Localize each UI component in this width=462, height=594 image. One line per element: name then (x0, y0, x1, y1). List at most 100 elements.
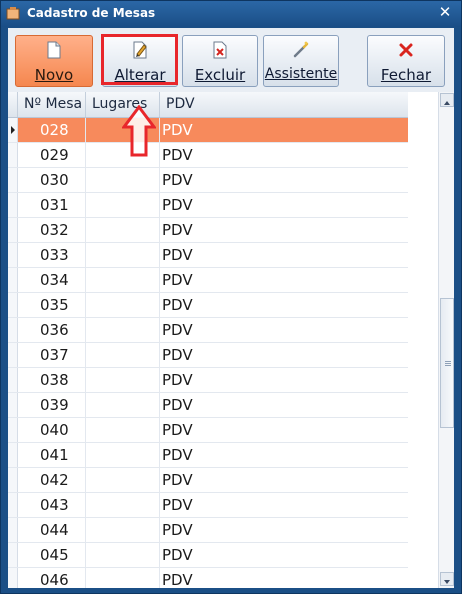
row-indicator[interactable] (8, 168, 18, 192)
row-indicator[interactable] (8, 468, 18, 492)
cell-mesa[interactable]: 028 (18, 118, 86, 142)
row-indicator[interactable] (8, 518, 18, 542)
cell-lugares[interactable] (86, 193, 160, 217)
alterar-button[interactable]: Alterar (102, 35, 178, 87)
cell-lugares[interactable] (86, 518, 160, 542)
cell-mesa[interactable]: 045 (18, 543, 86, 567)
cell-pdv[interactable]: PDV (160, 368, 408, 392)
cell-mesa[interactable]: 032 (18, 218, 86, 242)
cell-mesa[interactable]: 034 (18, 268, 86, 292)
row-indicator[interactable] (8, 243, 18, 267)
cell-lugares[interactable] (86, 418, 160, 442)
table-row[interactable]: 046 PDV (8, 568, 408, 588)
cell-lugares[interactable] (86, 318, 160, 342)
cell-pdv[interactable]: PDV (160, 443, 408, 467)
cell-pdv[interactable]: PDV (160, 293, 408, 317)
row-indicator[interactable] (8, 443, 18, 467)
column-header-pdv[interactable]: PDV (160, 92, 408, 117)
cell-pdv[interactable]: PDV (160, 218, 408, 242)
scroll-down-button[interactable] (440, 572, 454, 586)
cell-mesa[interactable]: 041 (18, 443, 86, 467)
row-indicator[interactable] (8, 543, 18, 567)
cell-mesa[interactable]: 030 (18, 168, 86, 192)
cell-pdv[interactable]: PDV (160, 118, 408, 142)
table-row[interactable]: 035 PDV (8, 293, 408, 318)
cell-mesa[interactable]: 044 (18, 518, 86, 542)
window-close-icon[interactable]: ✕ (437, 4, 453, 20)
cell-lugares[interactable] (86, 218, 160, 242)
cell-lugares[interactable] (86, 493, 160, 517)
table-row[interactable]: 031 PDV (8, 193, 408, 218)
table-row[interactable]: 029 PDV (8, 143, 408, 168)
cell-mesa[interactable]: 038 (18, 368, 86, 392)
table-row[interactable]: 036 PDV (8, 318, 408, 343)
cell-pdv[interactable]: PDV (160, 168, 408, 192)
row-indicator[interactable] (8, 318, 18, 342)
cell-pdv[interactable]: PDV (160, 518, 408, 542)
table-row[interactable]: 034 PDV (8, 268, 408, 293)
novo-button[interactable]: Novo (15, 35, 93, 87)
cell-mesa[interactable]: 036 (18, 318, 86, 342)
scroll-thumb[interactable] (440, 298, 454, 428)
row-indicator[interactable] (8, 293, 18, 317)
cell-pdv[interactable]: PDV (160, 568, 408, 588)
row-indicator[interactable] (8, 218, 18, 242)
cell-pdv[interactable]: PDV (160, 193, 408, 217)
cell-mesa[interactable]: 040 (18, 418, 86, 442)
cell-lugares[interactable] (86, 343, 160, 367)
cell-mesa[interactable]: 029 (18, 143, 86, 167)
table-row[interactable]: 043 PDV (8, 493, 408, 518)
scroll-up-button[interactable] (440, 93, 454, 107)
row-indicator[interactable] (8, 393, 18, 417)
table-row[interactable]: 037 PDV (8, 343, 408, 368)
cell-lugares[interactable] (86, 168, 160, 192)
excluir-button[interactable]: Excluir (182, 35, 258, 87)
cell-mesa[interactable]: 035 (18, 293, 86, 317)
column-header-mesa[interactable]: Nº Mesa (18, 92, 86, 117)
table-row[interactable]: 033 PDV (8, 243, 408, 268)
cell-pdv[interactable]: PDV (160, 493, 408, 517)
cell-lugares[interactable] (86, 568, 160, 588)
table-row[interactable]: 042 PDV (8, 468, 408, 493)
cell-lugares[interactable] (86, 293, 160, 317)
table-row[interactable]: 044 PDV (8, 518, 408, 543)
row-indicator[interactable] (8, 368, 18, 392)
cell-mesa[interactable]: 042 (18, 468, 86, 492)
cell-mesa[interactable]: 031 (18, 193, 86, 217)
cell-mesa[interactable]: 033 (18, 243, 86, 267)
cell-pdv[interactable]: PDV (160, 418, 408, 442)
table-row[interactable]: 045 PDV (8, 543, 408, 568)
row-indicator[interactable] (8, 193, 18, 217)
cell-lugares[interactable] (86, 543, 160, 567)
row-indicator[interactable] (8, 568, 18, 588)
cell-pdv[interactable]: PDV (160, 343, 408, 367)
cell-lugares[interactable] (86, 368, 160, 392)
cell-pdv[interactable]: PDV (160, 468, 408, 492)
table-row[interactable]: 038 PDV (8, 368, 408, 393)
row-indicator[interactable] (8, 418, 18, 442)
cell-pdv[interactable]: PDV (160, 543, 408, 567)
cell-pdv[interactable]: PDV (160, 243, 408, 267)
cell-mesa[interactable]: 037 (18, 343, 86, 367)
cell-lugares[interactable] (86, 393, 160, 417)
cell-mesa[interactable]: 043 (18, 493, 86, 517)
row-indicator[interactable] (8, 143, 18, 167)
table-row[interactable]: 028 PDV (8, 118, 408, 143)
vertical-scrollbar[interactable] (438, 92, 454, 588)
cell-lugares[interactable] (86, 468, 160, 492)
row-indicator[interactable] (8, 493, 18, 517)
cell-mesa[interactable]: 046 (18, 568, 86, 588)
table-row[interactable]: 039 PDV (8, 393, 408, 418)
cell-mesa[interactable]: 039 (18, 393, 86, 417)
cell-lugares[interactable] (86, 443, 160, 467)
row-indicator[interactable] (8, 268, 18, 292)
fechar-button[interactable]: Fechar (367, 35, 445, 87)
cell-pdv[interactable]: PDV (160, 143, 408, 167)
row-indicator[interactable] (8, 118, 18, 142)
cell-lugares[interactable] (86, 268, 160, 292)
table-row[interactable]: 040 PDV (8, 418, 408, 443)
cell-lugares[interactable] (86, 243, 160, 267)
cell-pdv[interactable]: PDV (160, 393, 408, 417)
cell-pdv[interactable]: PDV (160, 268, 408, 292)
row-indicator[interactable] (8, 343, 18, 367)
